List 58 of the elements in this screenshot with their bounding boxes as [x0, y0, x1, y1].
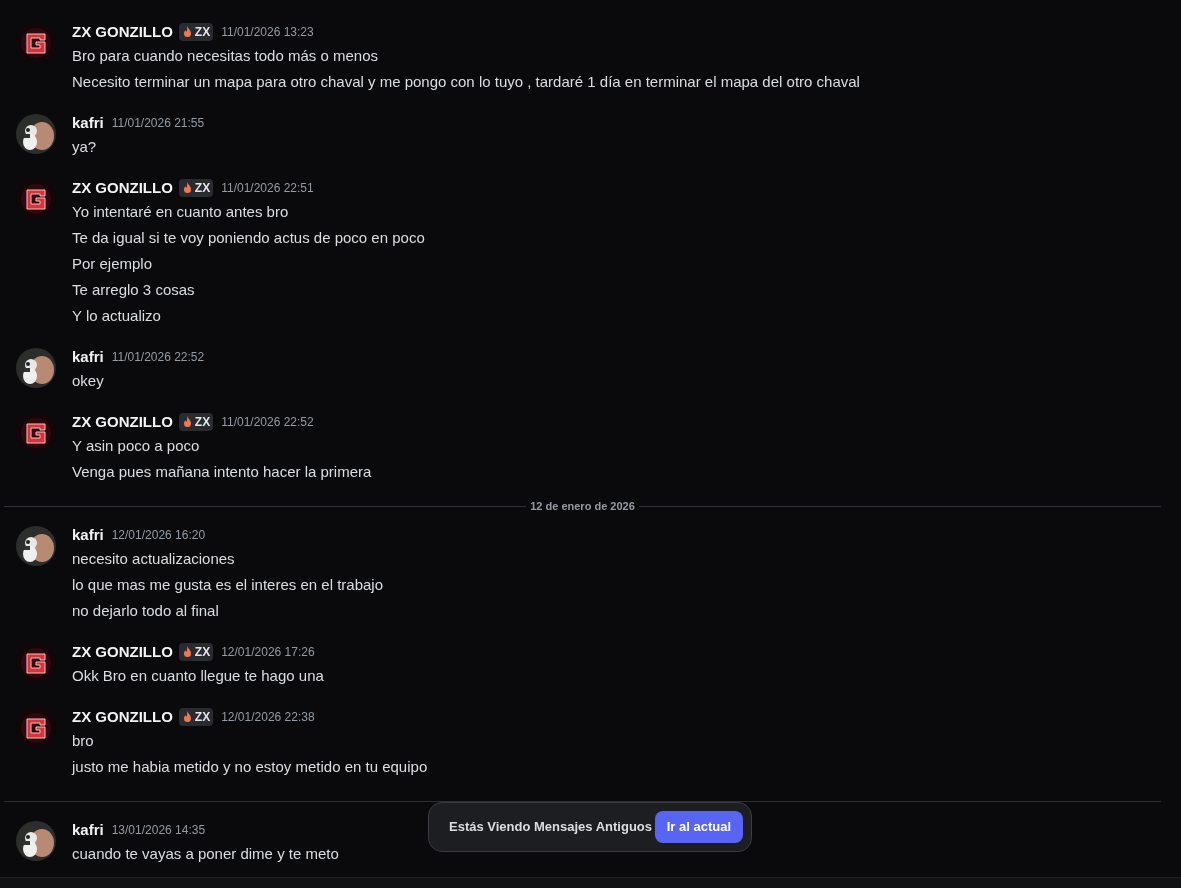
- logo-avatar[interactable]: [16, 708, 56, 748]
- message-text: lo que mas me gusta es el interes en el trabajo: [72, 575, 383, 595]
- clan-tag[interactable]: ZX: [178, 708, 214, 726]
- author-name[interactable]: kafri: [72, 111, 104, 135]
- clan-tag[interactable]: ZX: [178, 23, 214, 41]
- message-text: justo me habia metido y no estoy metido en tu equipo: [72, 757, 428, 777]
- clan-tag[interactable]: ZX: [178, 179, 214, 197]
- author-name[interactable]: ZX GONZILLO: [72, 176, 173, 200]
- author-name[interactable]: ZX GONZILLO: [72, 705, 173, 729]
- message-text: Okk Bro en cuanto llegue te hago una: [72, 666, 324, 686]
- flame-icon: [181, 416, 193, 428]
- message-text: cuando te vayas a poner dime y te meto: [72, 844, 339, 864]
- author-name[interactable]: ZX GONZILLO: [72, 640, 173, 664]
- flame-icon: [181, 646, 193, 658]
- timestamp: 11/01/2026 22:52: [221, 414, 314, 431]
- message-text: okey: [72, 371, 105, 391]
- clan-tag[interactable]: ZX: [178, 413, 214, 431]
- timestamp: 11/01/2026 22:51: [221, 180, 314, 197]
- timestamp: 11/01/2026 13:23: [221, 24, 314, 41]
- author-name[interactable]: kafri: [72, 523, 104, 547]
- message-text: ya?: [72, 137, 98, 157]
- message-text: Te arreglo 3 cosas: [72, 280, 196, 300]
- flame-icon: [181, 182, 193, 194]
- clan-tag[interactable]: ZX: [178, 643, 214, 661]
- flame-icon: [181, 26, 193, 38]
- author-name[interactable]: ZX GONZILLO: [72, 410, 173, 434]
- timestamp: 11/01/2026 21:55: [111, 115, 205, 132]
- message-text: Bro para cuando necesitas todo más o menos: [72, 46, 379, 66]
- timestamp: 11/01/2026 22:52: [111, 349, 205, 366]
- jump-to-present-button[interactable]: Ir al actual: [654, 811, 743, 843]
- timestamp: 12/01/2026 16:20: [111, 527, 206, 544]
- message-text: bro: [72, 731, 95, 751]
- user-avatar[interactable]: [16, 114, 56, 154]
- logo-avatar[interactable]: [16, 179, 56, 219]
- timestamp: 12/01/2026 17:26: [221, 644, 315, 661]
- flame-icon: [181, 711, 193, 723]
- message-text: Venga pues mañana intento hacer la primera: [72, 462, 372, 482]
- timestamp: 12/01/2026 22:38: [221, 709, 315, 726]
- user-avatar[interactable]: [16, 526, 56, 566]
- author-name[interactable]: kafri: [72, 345, 104, 369]
- banner-text: Estás Viendo Mensajes Antiguos: [449, 818, 652, 837]
- author-name[interactable]: kafri: [72, 818, 104, 842]
- logo-avatar[interactable]: [16, 23, 56, 63]
- message-text: Y asin poco a poco: [72, 436, 201, 456]
- timestamp: 13/01/2026 14:35: [111, 822, 206, 839]
- message-text: Por ejemplo: [72, 254, 154, 274]
- author-name[interactable]: ZX GONZILLO: [72, 20, 173, 44]
- date-divider: 12 de enero de 2026: [529, 498, 636, 514]
- message-text: Te da igual si te voy poniendo actus de poco en poco: [72, 228, 425, 248]
- user-avatar[interactable]: [16, 821, 56, 861]
- message-text: Necesito terminar un mapa para otro chaval y me pongo con lo tuyo , tardaré 1 día en terminar el mapa del otro chaval: [72, 72, 860, 92]
- user-avatar[interactable]: [16, 348, 56, 388]
- logo-avatar[interactable]: [16, 413, 56, 453]
- message-text: Yo intentaré en cuanto antes bro: [72, 202, 290, 222]
- message-text: Y lo actualizo: [72, 306, 162, 326]
- message-text: no dejarlo todo al final: [72, 601, 220, 621]
- logo-avatar[interactable]: [16, 643, 56, 683]
- message-text: necesito actualizaciones: [72, 549, 236, 569]
